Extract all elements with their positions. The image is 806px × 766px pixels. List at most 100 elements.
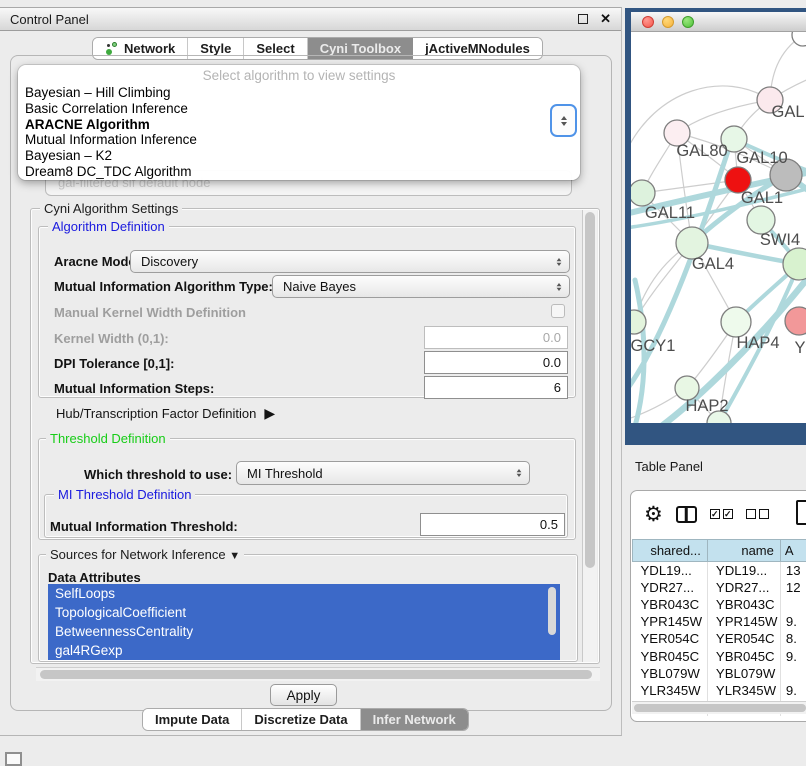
table-cell[interactable]: 13 — [780, 562, 806, 579]
mi-threshold-label: Mutual Information Threshold: — [50, 519, 238, 534]
new-table-icon[interactable] — [796, 500, 806, 525]
dropdown-item-basic-correlation[interactable]: Basic Correlation Inference — [18, 101, 580, 117]
table-cell[interactable]: YPR145W — [707, 613, 780, 630]
list-vertical-scrollbar[interactable] — [546, 585, 558, 659]
close-traffic-icon[interactable] — [642, 16, 654, 28]
table-cell[interactable]: YER054C — [633, 630, 708, 647]
sources-toggle[interactable]: Sources for Network Inference ▼ — [46, 547, 244, 562]
column-header-name[interactable]: name — [707, 540, 780, 562]
table-row[interactable]: YBR045CYBR045C9. — [633, 647, 806, 664]
manual-kernel-checkbox[interactable] — [551, 304, 565, 318]
column-header-partial[interactable]: A — [780, 540, 806, 562]
network-node[interactable] — [721, 307, 751, 337]
network-node[interactable] — [747, 206, 775, 234]
minimize-traffic-icon[interactable] — [662, 16, 674, 28]
tab-discretize-data[interactable]: Discretize Data — [242, 709, 360, 730]
scrollbar-thumb[interactable] — [548, 587, 556, 635]
table-cell[interactable]: 9. — [780, 682, 806, 699]
list-item-gal4rgexp[interactable]: gal4RGexp — [48, 641, 560, 660]
mi-steps-field[interactable]: 6 — [424, 376, 568, 399]
table-cell[interactable]: YBR043C — [707, 596, 780, 613]
tab-impute-data[interactable]: Impute Data — [143, 709, 242, 730]
table-cell[interactable]: YBR043C — [633, 596, 708, 613]
dropdown-item-bayesian-hill-climbing[interactable]: Bayesian – Hill Climbing — [18, 85, 580, 101]
table-cell[interactable]: 9. — [780, 613, 806, 630]
network-node[interactable] — [631, 180, 655, 206]
table-cell[interactable] — [780, 596, 806, 613]
table-cell[interactable]: YBL079W — [633, 665, 708, 682]
network-canvas[interactable]: GALGAL80GAL10GAL1GAL11SWI4GAL4GCY1HAP4YH… — [631, 32, 806, 423]
table-cell[interactable]: YBR045C — [707, 647, 780, 664]
table-cell[interactable]: 8. — [780, 630, 806, 647]
table-row[interactable]: YPR145WYPR145W9. — [633, 613, 806, 630]
table-row[interactable]: YER054CYER054C8. — [633, 630, 806, 647]
float-panel-icon[interactable] — [578, 14, 588, 24]
table-cell[interactable]: YDR27... — [633, 579, 708, 596]
scrollbar-thumb[interactable] — [634, 704, 806, 712]
tab-label: Infer Network — [373, 712, 456, 727]
table-row[interactable]: YDR27...YDR27...12 — [633, 579, 806, 596]
dropdown-item-dream8[interactable]: Dream8 DC_TDC Algorithm — [18, 164, 580, 180]
table-cell[interactable]: 9. — [780, 647, 806, 664]
settings-horizontal-scrollbar[interactable] — [36, 667, 600, 681]
table-cell[interactable]: YPR145W — [633, 613, 708, 630]
threshold-definition-title: Threshold Definition — [46, 431, 170, 446]
table-cell[interactable]: 12 — [780, 579, 806, 596]
table-cell[interactable]: YBL079W — [707, 665, 780, 682]
list-item-betweennesscentrality[interactable]: BetweennessCentrality — [48, 622, 560, 641]
network-graph: GALGAL80GAL10GAL1GAL11SWI4GAL4GCY1HAP4YH… — [631, 32, 806, 423]
table-horizontal-scrollbar[interactable] — [632, 701, 806, 714]
table-cell[interactable]: YLR345W — [633, 682, 708, 699]
dropdown-item-bayesian-k2[interactable]: Bayesian – K2 — [18, 148, 580, 164]
scrollbar-thumb[interactable] — [40, 670, 592, 679]
list-item-selfloops[interactable]: SelfLoops — [48, 584, 560, 603]
dropdown-item-mutual-information[interactable]: Mutual Information Inference — [18, 132, 580, 148]
table-row[interactable]: YBR043CYBR043C — [633, 596, 806, 613]
kernel-width-label: Kernel Width (0,1): — [54, 331, 169, 346]
column-header-shared[interactable]: shared... — [633, 540, 708, 562]
hide-columns-icon[interactable] — [746, 509, 769, 519]
table-panel-title: Table Panel — [635, 459, 703, 474]
network-node[interactable] — [785, 307, 806, 335]
mi-type-combobox[interactable]: Naive Bayes — [272, 275, 570, 298]
table-cell[interactable]: YER054C — [707, 630, 780, 647]
apply-button[interactable]: Apply — [270, 684, 337, 706]
mi-threshold-field[interactable]: 0.5 — [420, 513, 565, 536]
table-cell[interactable]: YDL19... — [633, 562, 708, 579]
network-window-titlebar[interactable] — [631, 12, 806, 32]
hub-definition-label: Hub/Transcription Factor Definition — [56, 406, 256, 421]
table-row[interactable]: YLR345WYLR345W9. — [633, 682, 806, 699]
aracne-mode-value: Discovery — [131, 254, 556, 269]
minimized-panel-icon[interactable] — [5, 752, 22, 766]
network-edge[interactable] — [677, 100, 770, 133]
focused-combobox-spinner[interactable] — [550, 104, 577, 137]
zoom-traffic-icon[interactable] — [682, 16, 694, 28]
table-cell[interactable]: YLR345W — [707, 682, 780, 699]
table-row[interactable]: YBL079WYBL079W — [633, 665, 806, 682]
table-cell[interactable]: YBR045C — [633, 647, 708, 664]
table-cell[interactable]: YDL19... — [707, 562, 780, 579]
aracne-mode-combobox[interactable]: Discovery — [130, 250, 570, 273]
dpi-tolerance-label: DPI Tolerance [0,1]: — [54, 356, 174, 371]
which-threshold-combobox[interactable]: MI Threshold — [236, 461, 530, 485]
table-row[interactable]: YDL19...YDL19...13 — [633, 562, 806, 579]
checked-box-icon: ✓ — [723, 509, 733, 519]
table-cell[interactable]: YDR27... — [707, 579, 780, 596]
settings-vertical-scrollbar[interactable] — [582, 210, 597, 662]
dropdown-item-aracne[interactable]: ARACNE Algorithm — [18, 117, 580, 133]
network-view-window: GALGAL80GAL10GAL1GAL11SWI4GAL4GCY1HAP4YH… — [625, 8, 806, 445]
scrollbar-thumb[interactable] — [585, 212, 595, 568]
table-cell[interactable] — [780, 665, 806, 682]
spinner-arrows-icon — [561, 116, 567, 126]
show-checked-columns-icon[interactable]: ✓ ✓ — [710, 509, 733, 519]
hub-definition-toggle[interactable]: Hub/Transcription Factor Definition ▶ — [56, 405, 275, 422]
gear-icon[interactable]: ⚙ — [644, 504, 663, 525]
tab-infer-network[interactable]: Infer Network — [361, 709, 468, 730]
network-node[interactable] — [792, 32, 806, 46]
dpi-tolerance-field[interactable]: 0.0 — [424, 351, 568, 374]
kernel-width-field[interactable]: 0.0 — [424, 326, 568, 349]
list-item-topologicalcoefficient[interactable]: TopologicalCoefficient — [48, 603, 560, 622]
checked-box-icon: ✓ — [710, 509, 720, 519]
close-icon[interactable]: ✕ — [600, 11, 611, 27]
columns-icon[interactable] — [676, 506, 697, 523]
